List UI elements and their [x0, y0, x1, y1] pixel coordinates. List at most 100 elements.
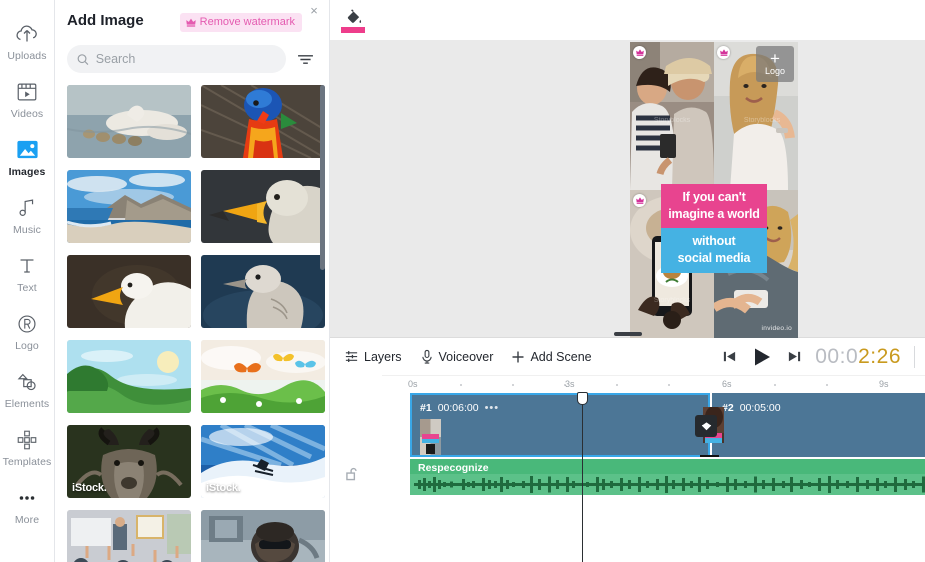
music-note-icon [14, 195, 40, 221]
sidebar-item-uploads[interactable]: Uploads [0, 12, 55, 70]
unlock-button[interactable] [346, 467, 359, 486]
panel-resize-handle[interactable] [613, 332, 642, 336]
voiceover-label: Voiceover [438, 349, 494, 364]
image-thumbnail[interactable] [201, 170, 325, 243]
audio-track[interactable]: Respecognize [410, 459, 925, 495]
play-button[interactable] [750, 345, 774, 369]
image-thumbnail[interactable]: iStock. [201, 510, 325, 562]
add-scene-label: Add Scene [530, 349, 592, 364]
audio-waveform [410, 474, 925, 495]
video-preview-canvas[interactable]: Storyblocks Storyblocks Storyblocks + Lo… [630, 42, 798, 338]
svg-text:Storyblocks: Storyblocks [654, 117, 691, 124]
image-thumbnail[interactable] [67, 170, 191, 243]
registered-logo-icon [14, 311, 40, 337]
text-icon [14, 253, 40, 279]
image-thumbnail[interactable] [67, 255, 191, 328]
paint-bucket-icon [347, 9, 361, 23]
more-dots-icon [14, 485, 40, 511]
scene-duration: 00:05:00 [739, 402, 781, 414]
filter-button[interactable] [292, 46, 318, 72]
elements-shapes-icon [14, 369, 40, 395]
sidebar-item-label: Text [17, 281, 37, 294]
sidebar-item-more[interactable]: More [0, 476, 55, 534]
scene-transition-button[interactable] [695, 415, 717, 437]
search-input[interactable] [95, 52, 276, 66]
image-thumbnail[interactable]: iStock. [67, 510, 191, 562]
headline-text-blue[interactable]: without social media [661, 228, 767, 273]
ruler-minor-tick [826, 384, 828, 386]
sidebar-item-label: Uploads [7, 49, 47, 62]
left-nav-rail: Uploads Videos Images Music Text Logo El… [0, 0, 55, 562]
headline-text-pink[interactable]: If you can't imagine a world [661, 184, 767, 229]
two-women-looking-at-phone-image: Storyblocks [630, 42, 714, 190]
ruler-minor-tick [774, 384, 776, 386]
race-car-driver-helmet-image [201, 510, 325, 562]
timecode-display: 00:02:26 [815, 345, 901, 369]
layers-button[interactable]: Layers [344, 349, 402, 364]
add-image-panel: Add Image Remove watermark × Search iSto… [55, 0, 330, 562]
image-thumbnail[interactable] [201, 255, 325, 328]
image-thumbnail[interactable]: iStock. [201, 425, 325, 498]
image-thumbnail[interactable] [201, 340, 325, 413]
panel-header: Add Image Remove watermark × [55, 0, 329, 40]
image-thumbnail[interactable] [67, 85, 191, 158]
swan-with-cygnets-image [67, 85, 191, 158]
layers-icon [345, 351, 358, 362]
image-thumbnail[interactable] [67, 340, 191, 413]
timeline-section: Layers Voiceover Add Scene 00:02:26 0s 3… [330, 332, 925, 562]
crown-badge[interactable] [717, 46, 730, 59]
video-editor-app: Uploads Videos Images Music Text Logo El… [0, 0, 925, 562]
search-box[interactable] [67, 45, 286, 73]
playhead-handle[interactable] [577, 392, 588, 405]
filter-icon [297, 54, 313, 64]
paint-bucket-button[interactable] [340, 8, 366, 33]
close-icon[interactable]: × [307, 4, 321, 18]
fill-color-swatch[interactable] [341, 27, 365, 33]
scene-boundary-underline [700, 455, 719, 457]
ruler-tick: 9s [879, 379, 889, 389]
timeline-ruler[interactable]: 0s 3s 6s 9s [382, 375, 925, 393]
preview-cell[interactable]: Storyblocks [630, 42, 714, 190]
sidebar-item-elements[interactable]: Elements [0, 360, 55, 418]
crown-badge[interactable] [633, 194, 646, 207]
sidebar-item-images[interactable]: Images [0, 128, 55, 186]
image-thumbnail[interactable]: iStock. [67, 425, 191, 498]
sidebar-item-text[interactable]: Text [0, 244, 55, 302]
ruler-tick: 3s [565, 379, 575, 389]
swan-head-orange-beak-image [201, 170, 325, 243]
upload-cloud-icon [14, 21, 40, 47]
ruler-minor-tick [668, 384, 670, 386]
crown-icon [185, 18, 196, 27]
sidebar-item-templates[interactable]: Templates [0, 418, 55, 476]
scene-thumbnail [420, 419, 441, 455]
remove-watermark-button[interactable]: Remove watermark [179, 13, 302, 32]
image-results-grid[interactable]: iStock. iStock. [55, 82, 330, 562]
sidebar-item-videos[interactable]: Videos [0, 70, 55, 128]
editor-main: Storyblocks Storyblocks Storyblocks + Lo… [330, 0, 925, 562]
transition-icon [701, 421, 711, 430]
image-thumbnail[interactable] [201, 85, 325, 158]
headline-line: without [692, 234, 736, 248]
crown-icon [635, 197, 644, 204]
panel-scrollbar[interactable] [320, 85, 325, 270]
add-scene-button[interactable]: Add Scene [511, 349, 592, 364]
sidebar-item-label: Images [8, 165, 46, 178]
scene-menu-button[interactable]: ••• [485, 402, 500, 414]
ruler-minor-tick [460, 384, 462, 386]
skip-previous-button[interactable] [722, 349, 737, 364]
skip-next-button[interactable] [787, 349, 802, 364]
voiceover-button[interactable]: Voiceover [420, 349, 494, 364]
timeline-scene[interactable]: #2 00:05:00 [712, 393, 925, 457]
add-logo-placeholder[interactable]: + Logo [756, 46, 794, 82]
seagull-portrait-image [201, 255, 325, 328]
plus-icon: + [770, 49, 780, 68]
sidebar-item-logo[interactable]: Logo [0, 302, 55, 360]
sidebar-item-label: Elements [4, 397, 50, 410]
crown-badge[interactable] [633, 46, 646, 59]
scene-number: #1 [420, 402, 432, 414]
headline-line: imagine a world [668, 207, 760, 221]
classroom-raised-hands-image [67, 510, 191, 562]
timeline-scene[interactable]: #1 00:06:00 ••• [410, 393, 710, 457]
sidebar-item-music[interactable]: Music [0, 186, 55, 244]
svg-text:Storyblocks: Storyblocks [654, 297, 691, 304]
